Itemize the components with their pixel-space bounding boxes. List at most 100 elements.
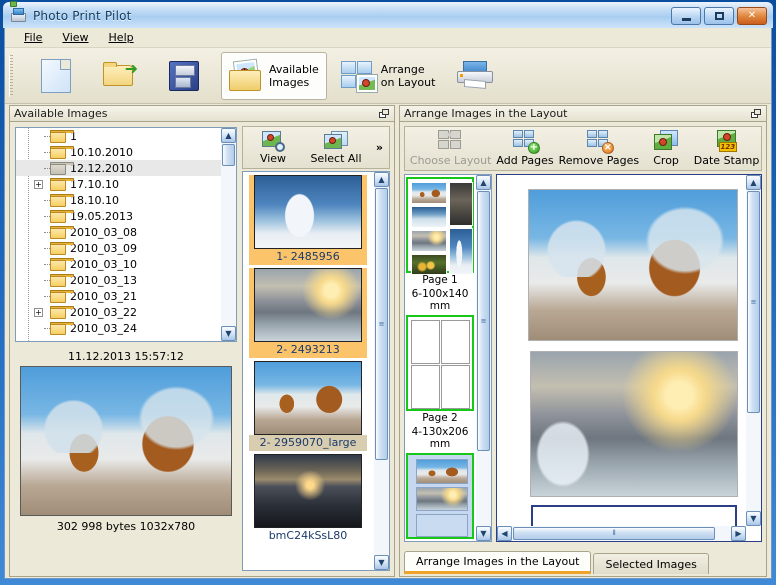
tree-expand-icon[interactable]: + (34, 180, 43, 189)
scroll-up-button[interactable]: ▲ (221, 128, 236, 143)
toolbar-grip[interactable] (9, 55, 13, 97)
scroll-thumb-grip: ≡ (379, 320, 385, 328)
printer-icon (457, 61, 493, 91)
add-pages-button[interactable]: + Add Pages (494, 130, 555, 167)
scroll-down-button[interactable]: ▼ (374, 555, 389, 570)
thumbnail-scrollbar[interactable]: ▲ ≡ ▼ (374, 172, 389, 570)
page-list-item[interactable] (405, 453, 475, 539)
layout-canvas[interactable]: ▲ ≡ ▼ ◀ ⦀ (496, 174, 762, 542)
thumbnail-item[interactable]: 1- 2485956 (249, 175, 367, 265)
scroll-up-button[interactable]: ▲ (374, 172, 389, 187)
tree-item[interactable]: 2010_03_21 (16, 288, 221, 304)
thumbnail-image[interactable] (254, 175, 362, 249)
preview-file-info: 302 998 bytes 1032x780 (15, 516, 237, 533)
thumbnail-item[interactable]: 2- 2959070_large (249, 361, 367, 451)
scroll-down-button[interactable]: ▼ (476, 526, 491, 541)
choose-layout-icon: ✦ (438, 130, 464, 152)
canvas-vertical-scrollbar[interactable]: ▲ ≡ ▼ (746, 175, 761, 526)
thumbnail-item[interactable]: 2- 2493213 (249, 268, 367, 358)
tree-item[interactable]: +17.10.10 (16, 176, 221, 192)
page-thumbnail[interactable] (406, 453, 474, 539)
canvas-photo-1[interactable] (528, 189, 738, 341)
layout-canvas-page[interactable] (497, 175, 746, 526)
new-button[interactable] (33, 52, 79, 100)
window-controls: ✕ (671, 7, 767, 25)
available-images-button[interactable]: Available Images (221, 52, 327, 100)
tree-item[interactable]: 2010_03_09 (16, 240, 221, 256)
tree-item[interactable]: 2010_03_08 (16, 224, 221, 240)
new-document-icon (41, 59, 71, 93)
thumbnail-image[interactable] (254, 268, 362, 342)
arrange-layout-caption-text: Arrange Images in the Layout (404, 107, 567, 120)
scroll-thumb[interactable]: ≡ (477, 191, 490, 451)
canvas-photo-2[interactable] (530, 351, 738, 497)
crop-button[interactable]: Crop (642, 130, 690, 167)
title-bar: Photo Print Pilot ✕ (3, 2, 773, 28)
tree-item-label: 19.05.2013 (70, 210, 133, 223)
tab-arrange-images[interactable]: Arrange Images in the Layout (404, 551, 591, 574)
tree-item[interactable]: 1 (16, 128, 221, 144)
scroll-right-button[interactable]: ▶ (731, 526, 746, 541)
page-thumbnail[interactable] (406, 177, 474, 273)
scroll-thumb[interactable] (222, 144, 235, 166)
scroll-thumb[interactable]: ≡ (747, 191, 760, 413)
crop-icon (654, 130, 678, 152)
choose-layout-button[interactable]: ✦ Choose Layout (409, 130, 492, 167)
print-button[interactable] (449, 52, 501, 100)
save-floppy-icon (169, 61, 199, 91)
page-list-scrollbar[interactable]: ▲ ≡ ▼ (476, 175, 491, 541)
select-all-button[interactable]: Select All (307, 131, 365, 165)
view-button[interactable]: View (249, 131, 297, 165)
canvas-photo-3[interactable] (531, 505, 737, 526)
menu-file[interactable]: File (15, 29, 51, 46)
tree-item[interactable]: 2010_03_13 (16, 272, 221, 288)
restore-panel-icon[interactable] (751, 109, 762, 119)
scroll-thumb[interactable]: ⦀ (513, 527, 715, 540)
date-stamp-button[interactable]: 123 Date Stamp (692, 130, 761, 167)
scroll-thumb[interactable]: ≡ (375, 188, 388, 460)
tree-item[interactable]: 19.05.2013 (16, 208, 221, 224)
menu-view[interactable]: View (53, 29, 97, 46)
menu-help[interactable]: Help (100, 29, 143, 46)
tab-selected-images[interactable]: Selected Images (593, 553, 708, 574)
page-thumbnail[interactable] (406, 315, 474, 411)
folder-icon (50, 226, 66, 239)
preview-date: 11.12.2013 15:57:12 (15, 348, 237, 366)
scroll-down-button[interactable]: ▼ (221, 326, 236, 341)
scroll-track[interactable] (221, 143, 236, 326)
maximize-button[interactable] (704, 7, 734, 25)
thumbnail-item[interactable]: bmC24kSsL80 (249, 454, 367, 544)
open-button[interactable]: ➜ (95, 52, 145, 100)
scroll-left-button[interactable]: ◀ (497, 526, 512, 541)
preview-image[interactable] (20, 366, 232, 516)
folder-tree-scrollbar[interactable]: ▲ ▼ (221, 128, 236, 341)
arrange-on-layout-button[interactable]: Arrange on Layout (333, 52, 444, 100)
scroll-down-button[interactable]: ▼ (746, 511, 761, 526)
thumbnail-list[interactable]: 1- 24859562- 24932132- 2959070_largebmC2… (242, 171, 390, 571)
thumbnail-image[interactable] (254, 454, 362, 528)
choose-layout-label: Choose Layout (410, 154, 492, 167)
page-list-item[interactable]: Page 16-100x140 mm (405, 177, 475, 313)
page-list-item[interactable]: Page 24-130x206 mm (405, 315, 475, 451)
canvas-horizontal-scrollbar[interactable]: ◀ ⦀ ▶ (497, 526, 746, 541)
toolbar-overflow-button[interactable]: » (376, 141, 383, 154)
page-list[interactable]: Page 16-100x140 mmPage 24-130x206 mm ▲ ≡… (404, 174, 492, 542)
save-button[interactable] (161, 52, 207, 100)
tree-item[interactable]: 2010_03_24 (16, 320, 221, 336)
arrange-on-layout-label-line2: on Layout (381, 76, 436, 89)
scroll-up-button[interactable]: ▲ (476, 175, 491, 190)
close-button[interactable]: ✕ (737, 7, 767, 25)
tree-item[interactable]: +2010_03_22 (16, 304, 221, 320)
scroll-up-button[interactable]: ▲ (746, 175, 761, 190)
tree-item[interactable]: 12.12.2010 (16, 160, 221, 176)
folder-tree[interactable]: 110.10.201012.12.2010+17.10.1018.10.10 19… (15, 127, 237, 342)
tree-item[interactable]: 10.10.2010 (16, 144, 221, 160)
tree-item[interactable]: 18.10.10 (16, 192, 221, 208)
restore-panel-icon[interactable] (379, 109, 390, 119)
tree-expand-icon[interactable]: + (34, 308, 43, 317)
remove-pages-button[interactable]: × Remove Pages (558, 130, 640, 167)
panels-container: Available Images 110.10.201012.12.2010+1… (5, 105, 771, 577)
minimize-button[interactable] (671, 7, 701, 25)
tree-item[interactable]: 2010_03_10 (16, 256, 221, 272)
thumbnail-image[interactable] (254, 361, 362, 435)
